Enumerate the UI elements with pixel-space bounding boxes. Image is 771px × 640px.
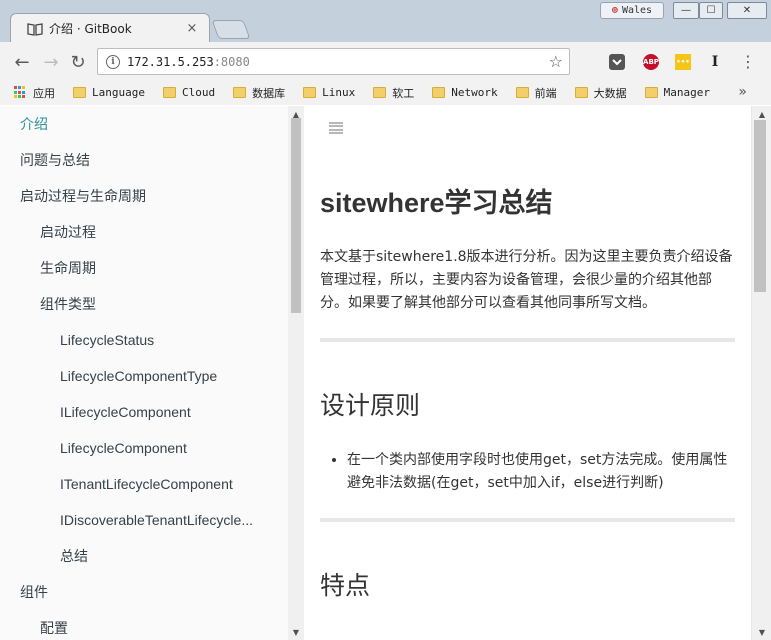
bookmark-label: Network xyxy=(451,86,498,99)
principles-list: 在一个类内部使用字段时也使用get，set方法完成。使用属性避免非法数据(在ge… xyxy=(347,449,735,495)
folder-icon xyxy=(644,87,658,98)
adblock-icon[interactable]: ABP xyxy=(643,54,659,70)
content-scroll-thumb[interactable] xyxy=(754,120,766,292)
bookmark-folder[interactable]: Language xyxy=(73,86,145,99)
bookmark-folder[interactable]: 软工 xyxy=(373,85,414,101)
bookmark-folder[interactable]: 前端 xyxy=(515,85,557,101)
instapaper-icon[interactable]: I xyxy=(707,54,723,70)
sidebar-item-idiscoverable[interactable]: IDiscoverableTenantLifecycle... xyxy=(0,502,303,538)
bookmark-folder[interactable]: Network xyxy=(432,86,498,99)
bookmark-folder[interactable]: Manager xyxy=(644,86,710,99)
folder-icon xyxy=(515,87,529,98)
user-icon: ⊕ xyxy=(611,5,618,16)
intro-paragraph: 本文基于sitewhere1.8版本进行分析。因为这里主要负责介绍设备管理过程，… xyxy=(320,249,733,311)
sidebar-item-lifecyclecomponenttype[interactable]: LifecycleComponentType xyxy=(0,358,303,394)
browser-chrome: 介绍 · GitBook × ⊕ Wales — ☐ ✕ ← → ↻ i 172… xyxy=(0,0,771,105)
sidebar-scroll-thumb[interactable] xyxy=(291,118,301,313)
profile-button[interactable]: ⊕ Wales xyxy=(600,2,664,19)
bookmark-label: Cloud xyxy=(181,86,216,99)
sidebar-item-lifecyclecomponent[interactable]: LifecycleComponent xyxy=(0,430,303,466)
new-tab-button[interactable] xyxy=(211,20,251,39)
maximize-button[interactable]: ☐ xyxy=(699,2,723,19)
scroll-up-icon[interactable]: ▲ xyxy=(754,108,770,120)
section-heading: 设计原则 xyxy=(320,391,421,420)
bookmark-label: Manager xyxy=(663,86,710,99)
bookmark-label: 应用 xyxy=(33,86,55,100)
close-window-button[interactable]: ✕ xyxy=(727,2,767,19)
bookmark-star-icon[interactable]: ☆ xyxy=(549,52,563,71)
browser-tab[interactable]: 介绍 · GitBook × xyxy=(10,13,210,43)
page-title: sitewhere学习总结 xyxy=(320,188,553,218)
url-host: 172.31.5.253 xyxy=(127,54,214,69)
book-icon xyxy=(27,22,43,36)
browser-menu-icon[interactable]: ⋮ xyxy=(740,50,756,72)
bookmark-label: Language xyxy=(92,86,145,99)
list-item: 在一个类内部使用字段时也使用get，set方法完成。使用属性避免非法数据(在ge… xyxy=(347,449,735,495)
forward-button[interactable]: → xyxy=(38,49,64,75)
bookmark-folder[interactable]: 大数据 xyxy=(574,85,627,101)
browser-toolbar: ← → ↻ i 172.31.5.253 :8080 ☆ ABP ••• I ⋮ xyxy=(0,42,771,80)
scroll-down-icon[interactable]: ▼ xyxy=(288,626,304,638)
address-bar[interactable]: i 172.31.5.253 :8080 ☆ xyxy=(97,48,570,75)
page-content: sitewhere学习总结 本文基于sitewhere1.8版本进行分析。因为这… xyxy=(305,106,751,640)
folder-icon xyxy=(73,87,86,98)
info-icon[interactable]: i xyxy=(106,54,120,69)
sidebar-item-components[interactable]: 组件 xyxy=(0,574,303,610)
sidebar-item-issues[interactable]: 问题与总结 xyxy=(0,142,303,178)
folder-icon xyxy=(432,87,446,98)
folder-icon xyxy=(574,87,588,98)
sidebar-item-ilifecyclecomponent[interactable]: ILifecycleComponent xyxy=(0,394,303,430)
profile-name: Wales xyxy=(621,5,653,16)
url-port: :8080 xyxy=(213,54,250,69)
bookmark-folder[interactable]: 数据库 xyxy=(233,85,285,101)
bookmark-label: Linux xyxy=(322,86,356,99)
bookmark-folder[interactable]: Linux xyxy=(303,86,355,99)
bookmark-label: 数据库 xyxy=(252,86,286,100)
section-divider xyxy=(320,338,735,342)
sidebar-item-itenantlifecyclecomponent[interactable]: ITenantLifecycleComponent xyxy=(0,466,303,502)
sidebar-item-lifecyclestatus[interactable]: LifecycleStatus xyxy=(0,322,303,358)
sidebar-item-config[interactable]: 配置 xyxy=(0,610,303,640)
toggle-sidebar-icon[interactable] xyxy=(329,122,343,134)
sidebar-item-startup[interactable]: 启动过程 xyxy=(0,214,303,250)
section-heading: 特点 xyxy=(320,571,371,600)
sidebar-item-lifecycle[interactable]: 生命周期 xyxy=(0,250,303,286)
folder-icon xyxy=(162,87,176,98)
book-summary-sidebar: 介绍 问题与总结 启动过程与生命周期 启动过程 生命周期 组件类型 Lifecy… xyxy=(0,106,304,640)
section-divider xyxy=(320,518,735,522)
bookmarks-overflow-icon[interactable]: » xyxy=(738,84,747,100)
folder-icon xyxy=(233,87,247,98)
folder-icon xyxy=(303,87,317,98)
bookmark-label: 软工 xyxy=(392,86,415,100)
bookmark-label: 大数据 xyxy=(593,86,627,100)
sidebar-item-summary[interactable]: 总结 xyxy=(0,538,303,574)
back-button[interactable]: ← xyxy=(9,49,35,75)
sidebar-item-startup-lifecycle[interactable]: 启动过程与生命周期 xyxy=(0,178,303,214)
tab-title: 介绍 · GitBook xyxy=(49,22,132,36)
title-bar: 介绍 · GitBook × ⊕ Wales — ☐ ✕ xyxy=(0,0,771,43)
bookmark-label: 前端 xyxy=(534,86,557,100)
sidebar-item-intro[interactable]: 介绍 xyxy=(0,106,303,142)
summary-list: 介绍 问题与总结 启动过程与生命周期 启动过程 生命周期 组件类型 Lifecy… xyxy=(0,106,303,640)
folder-icon xyxy=(373,87,387,98)
bookmark-apps[interactable]: 应用 xyxy=(14,85,55,101)
apps-grid-icon xyxy=(14,86,27,99)
minimize-button[interactable]: — xyxy=(673,2,699,19)
pocket-icon[interactable] xyxy=(609,54,625,70)
reload-button[interactable]: ↻ xyxy=(65,49,91,75)
sidebar-item-component-types[interactable]: 组件类型 xyxy=(0,286,303,322)
bookmarks-bar: 应用 Language Cloud 数据库 Linux 软工 Network 前… xyxy=(0,80,771,105)
tab-close-icon[interactable]: × xyxy=(183,20,201,38)
extension-icon[interactable]: ••• xyxy=(675,54,691,70)
bookmark-folder[interactable]: Cloud xyxy=(162,86,216,99)
scroll-down-icon[interactable]: ▼ xyxy=(754,626,770,638)
